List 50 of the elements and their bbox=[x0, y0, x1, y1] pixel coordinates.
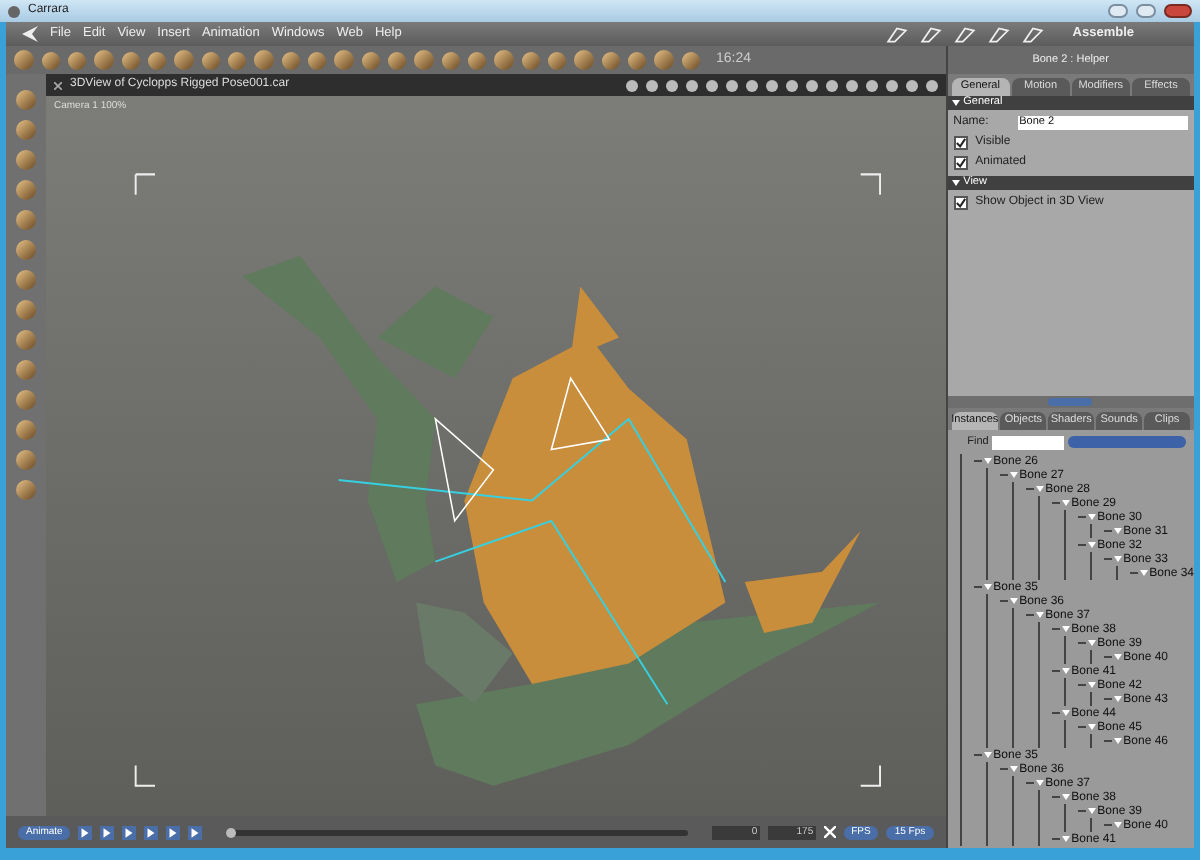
checkbox[interactable] bbox=[953, 196, 968, 210]
expand-triangle-icon[interactable] bbox=[1113, 822, 1122, 829]
expand-triangle-icon[interactable] bbox=[1009, 598, 1018, 605]
playback-icon[interactable] bbox=[78, 825, 93, 839]
expand-triangle-icon[interactable] bbox=[1087, 542, 1096, 549]
expand-triangle-icon[interactable] bbox=[1035, 780, 1044, 787]
expand-triangle-icon[interactable] bbox=[1113, 738, 1122, 745]
playback-icon[interactable] bbox=[166, 825, 181, 839]
checkbox[interactable] bbox=[953, 136, 968, 150]
close-icon[interactable] bbox=[54, 81, 62, 89]
expand-triangle-icon[interactable] bbox=[983, 584, 992, 591]
check-icon bbox=[955, 198, 966, 208]
expand-triangle-icon[interactable] bbox=[983, 752, 992, 759]
expand-triangle-icon[interactable] bbox=[1061, 836, 1070, 843]
filter-dropdown[interactable] bbox=[1068, 436, 1186, 449]
expand-triangle-icon[interactable] bbox=[1035, 612, 1044, 619]
expand-triangle-icon[interactable] bbox=[983, 458, 992, 465]
playback-icon[interactable] bbox=[188, 825, 203, 839]
collapse-triangle-icon[interactable] bbox=[951, 180, 960, 186]
playback-icon[interactable] bbox=[122, 825, 137, 839]
close-button[interactable] bbox=[1164, 4, 1192, 18]
expand-triangle-icon[interactable] bbox=[1087, 640, 1096, 647]
app-logo-icon bbox=[22, 26, 38, 42]
playback-icon[interactable] bbox=[100, 825, 115, 839]
expand-triangle-icon[interactable] bbox=[1009, 472, 1018, 479]
expand-triangle-icon[interactable] bbox=[1139, 570, 1148, 577]
collapse-triangle-icon[interactable] bbox=[951, 100, 960, 106]
expand-triangle-icon[interactable] bbox=[1087, 514, 1096, 521]
expand-triangle-icon[interactable] bbox=[1087, 682, 1096, 689]
expand-triangle-icon[interactable] bbox=[1113, 528, 1122, 535]
expand-triangle-icon[interactable] bbox=[1009, 766, 1018, 773]
app-icon bbox=[8, 5, 20, 17]
expand-triangle-icon[interactable] bbox=[1087, 808, 1096, 815]
expand-triangle-icon[interactable] bbox=[1113, 696, 1122, 703]
expand-triangle-icon[interactable] bbox=[1061, 500, 1070, 507]
minimize-button[interactable] bbox=[1108, 4, 1128, 18]
playback-icon[interactable] bbox=[144, 825, 159, 839]
find-field[interactable] bbox=[992, 435, 1065, 450]
slider-thumb[interactable] bbox=[226, 827, 237, 837]
expand-triangle-icon[interactable] bbox=[1113, 556, 1122, 563]
expand-triangle-icon[interactable] bbox=[1113, 654, 1122, 661]
expand-triangle-icon[interactable] bbox=[1087, 724, 1096, 731]
expand-triangle-icon[interactable] bbox=[1061, 794, 1070, 801]
checkbox[interactable] bbox=[953, 156, 968, 170]
expand-triangle-icon[interactable] bbox=[1035, 486, 1044, 493]
splitter-handle[interactable] bbox=[1048, 398, 1093, 406]
expand-triangle-icon[interactable] bbox=[1061, 626, 1070, 633]
expand-triangle-icon[interactable] bbox=[1061, 668, 1070, 675]
expand-triangle-icon[interactable] bbox=[1061, 710, 1070, 717]
maximize-button[interactable] bbox=[1136, 4, 1156, 18]
